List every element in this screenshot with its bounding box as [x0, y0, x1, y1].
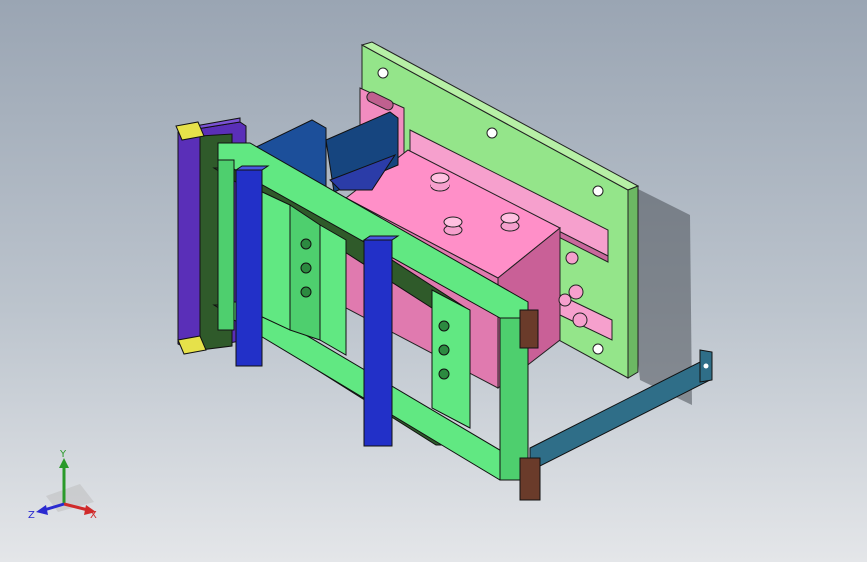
coordinate-triad: Y X Z [28, 449, 97, 521]
z-axis-label: Z [28, 510, 35, 521]
z-axis-arrow [36, 505, 48, 515]
x-axis-label: X [90, 510, 97, 521]
y-axis-label: Y [59, 449, 67, 460]
assembly-model[interactable] [0, 0, 867, 562]
cad-viewport[interactable]: Y X Z [0, 0, 867, 562]
